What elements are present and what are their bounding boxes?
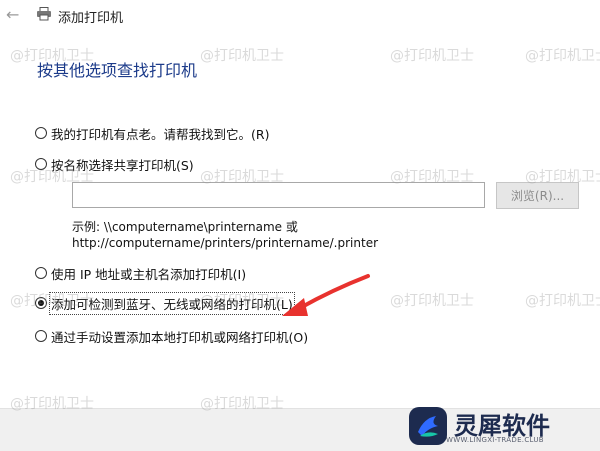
option-shared-printer-label: 按名称选择共享打印机(S) xyxy=(51,157,194,173)
title-bar: ← 添加打印机 xyxy=(0,0,600,32)
option-manual-setup[interactable]: 通过手动设置添加本地打印机或网络打印机(O) xyxy=(35,326,308,346)
page-heading: 按其他选项查找打印机 xyxy=(37,61,198,80)
browse-button[interactable]: 浏览(R)... xyxy=(496,182,579,209)
watermark: @打印机卫士 xyxy=(525,48,600,64)
option-shared-printer[interactable]: 按名称选择共享打印机(S) xyxy=(35,154,194,174)
radio-shared-printer[interactable] xyxy=(35,158,47,170)
option-old-printer[interactable]: 我的打印机有点老。请帮我找到它。(R) xyxy=(35,123,269,143)
printer-icon xyxy=(37,7,51,21)
option-manual-setup-label: 通过手动设置添加本地打印机或网络打印机(O) xyxy=(51,329,309,345)
radio-old-printer[interactable] xyxy=(35,127,47,139)
option-network-printer[interactable]: 添加可检测到蓝牙、无线或网络的打印机(L) xyxy=(35,291,295,315)
brand-url: WWW.LINGXI-TRADE.CLUB xyxy=(446,436,544,444)
watermark: @打印机卫士 xyxy=(200,48,284,64)
radio-manual-setup[interactable] xyxy=(35,330,47,342)
window-title: 添加打印机 xyxy=(58,11,124,26)
watermark: @打印机卫士 xyxy=(390,48,474,64)
option-old-printer-label: 我的打印机有点老。请帮我找到它。(R) xyxy=(51,126,270,142)
red-arrow-annotation xyxy=(282,274,370,316)
option-ip-address-label: 使用 IP 地址或主机名添加打印机(I) xyxy=(51,266,247,282)
radio-network-printer[interactable] xyxy=(35,297,47,309)
example-line-2: http://computername/printers/printername… xyxy=(72,236,379,250)
option-network-printer-label: 添加可检测到蓝牙、无线或网络的打印机(L) xyxy=(49,291,295,315)
radio-ip-address[interactable] xyxy=(35,267,47,279)
shared-printer-name-input[interactable] xyxy=(72,182,485,208)
watermark: @打印机卫士 xyxy=(390,293,474,309)
brand-logo-icon xyxy=(409,407,447,445)
back-arrow-icon[interactable]: ← xyxy=(6,6,24,24)
watermark: @打印机卫士 xyxy=(525,293,600,309)
option-ip-address[interactable]: 使用 IP 地址或主机名添加打印机(I) xyxy=(35,263,246,283)
example-line-1: 示例: \\computername\printername 或 xyxy=(72,220,298,234)
